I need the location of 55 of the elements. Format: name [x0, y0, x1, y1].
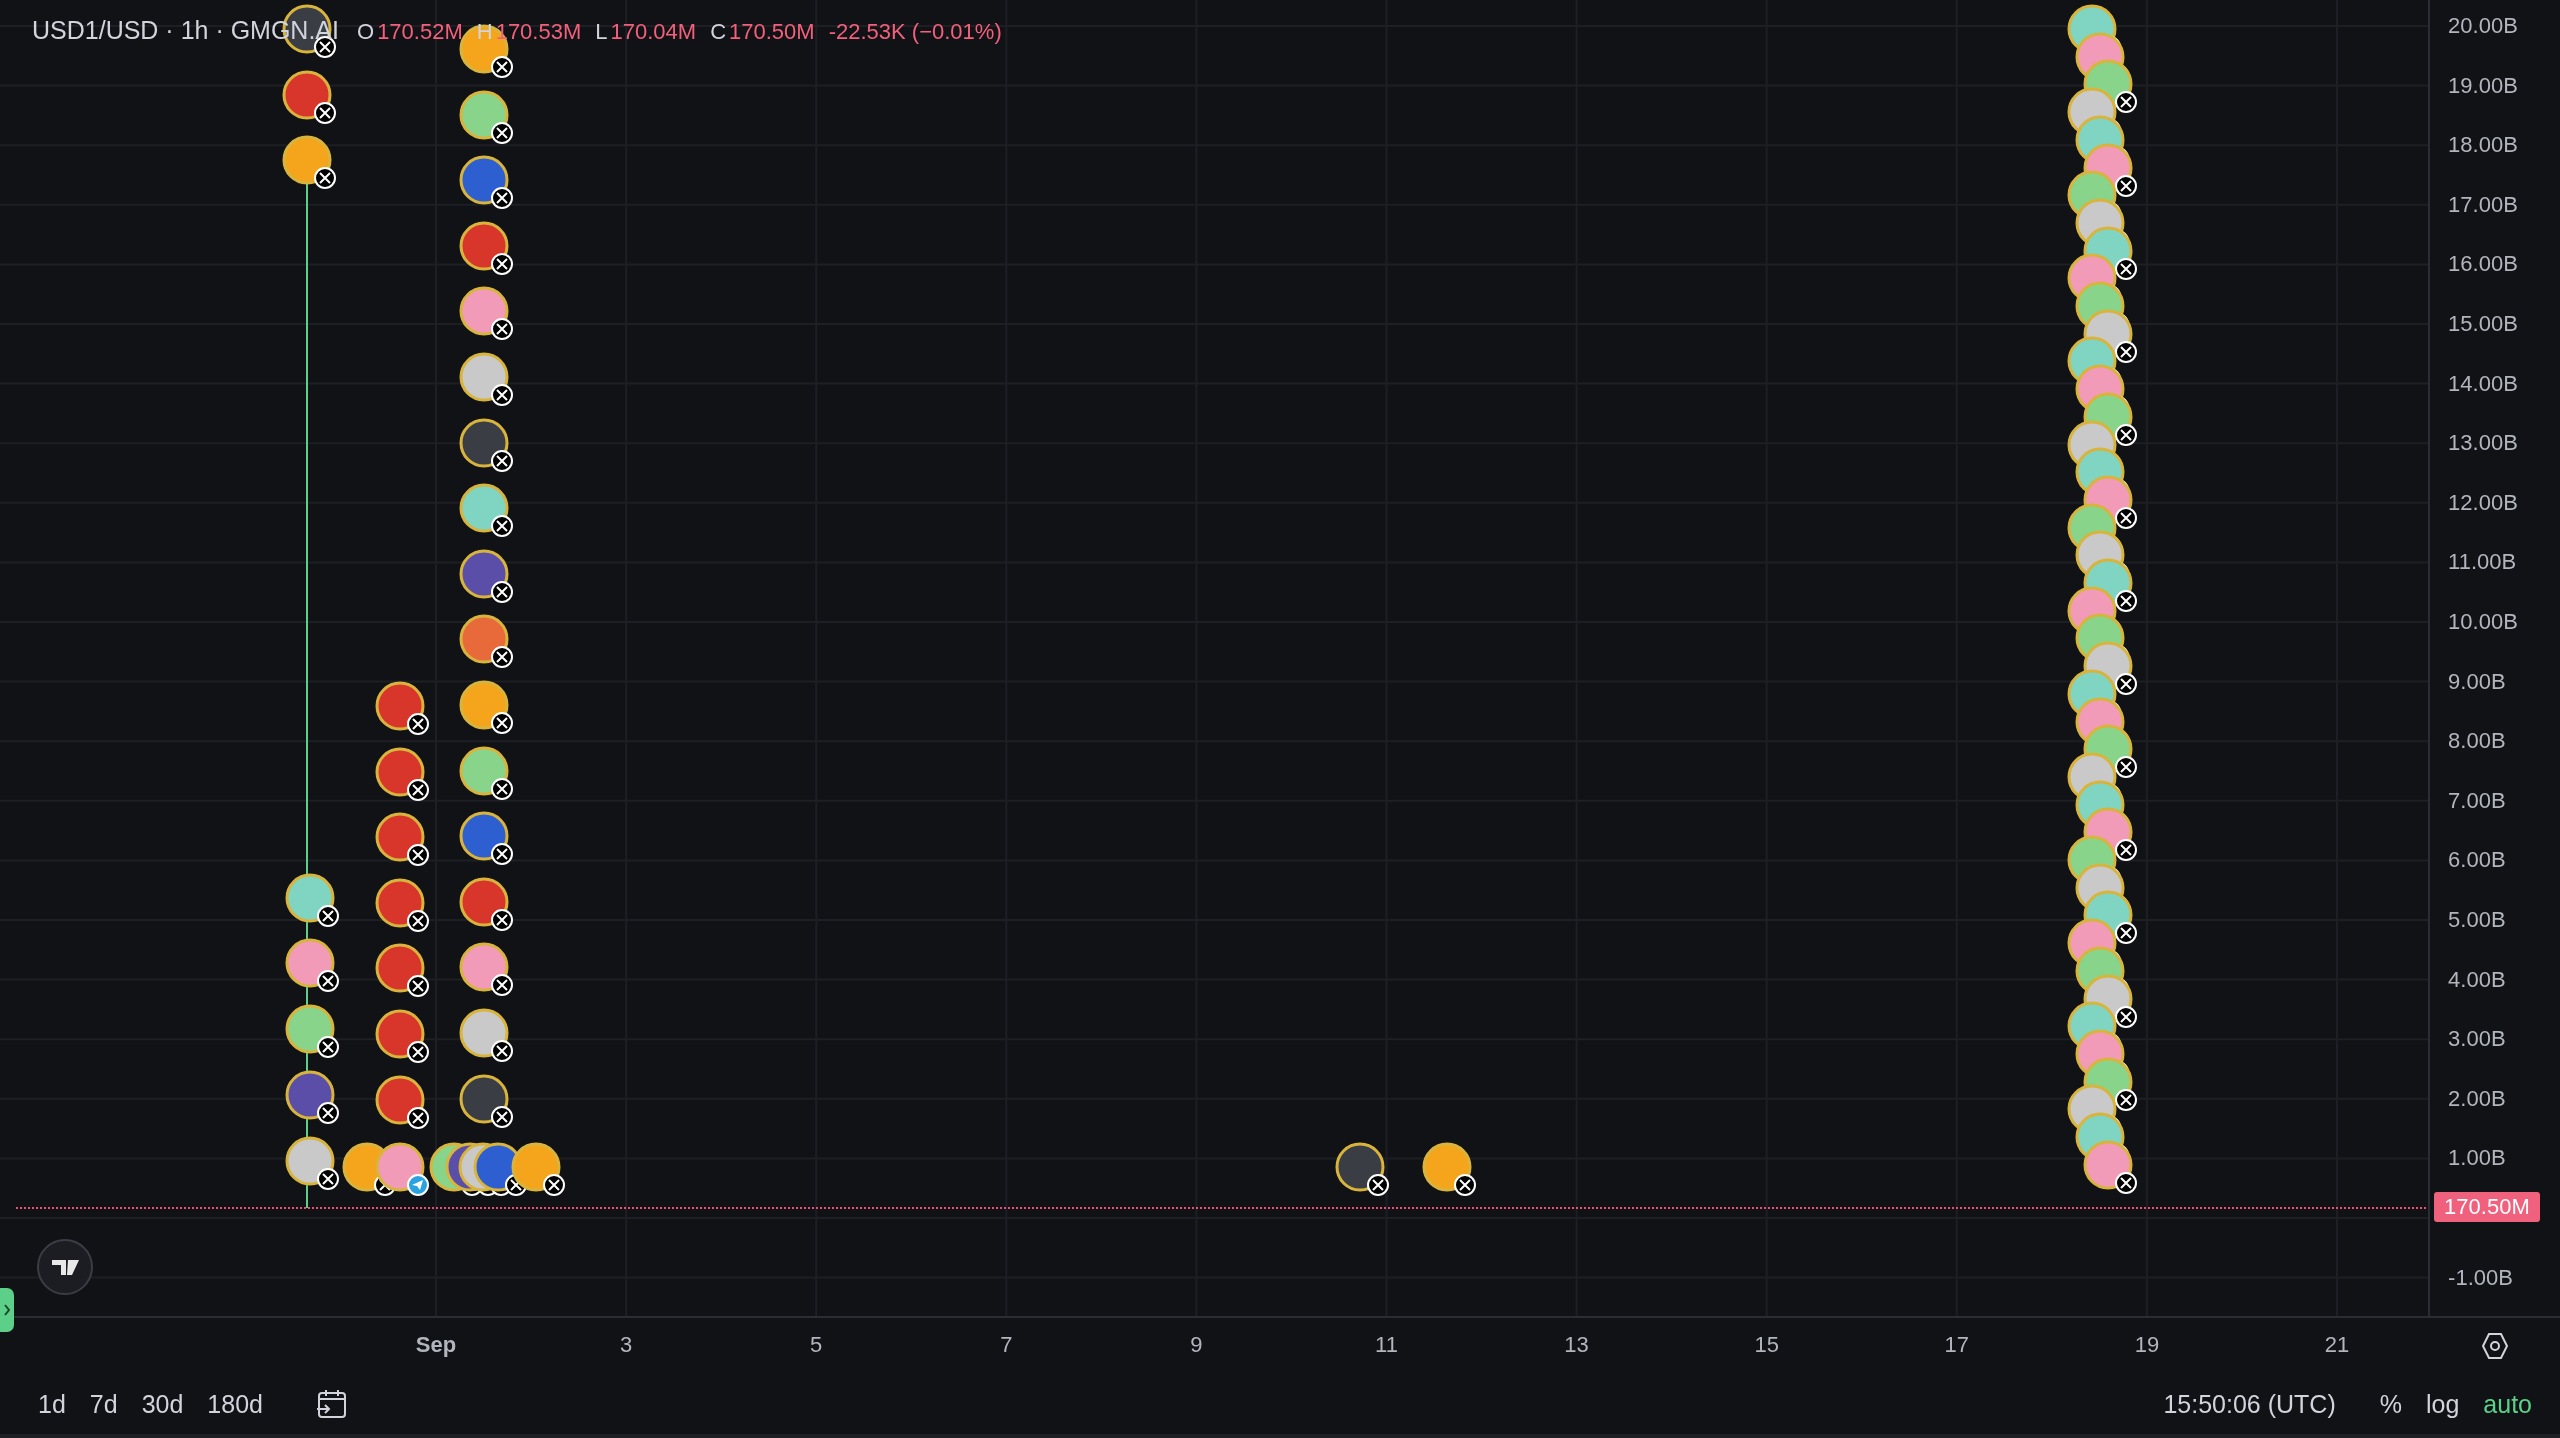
axis-label: 5 [810, 1332, 823, 1358]
axis-label: 1.00B [2448, 1144, 2506, 1173]
ohlc-label: L [595, 19, 608, 45]
axis-label: 13.00B [2448, 429, 2518, 458]
logo-icon[interactable] [36, 1238, 94, 1296]
calendar-icon[interactable] [314, 1388, 349, 1420]
axis-label: 14.00B [2448, 369, 2518, 398]
axis-label: 2.00B [2448, 1084, 2506, 1113]
ohlc-value: 170.52M [377, 19, 463, 45]
ohlc-label: H [476, 19, 493, 45]
settings-icon[interactable] [2480, 1331, 2510, 1361]
axis-label: 19 [2134, 1332, 2160, 1358]
axis-label: -1.00B [2448, 1263, 2513, 1292]
axis-label: 7 [1000, 1332, 1013, 1358]
axis-label: 21 [2324, 1332, 2350, 1358]
price-change: -22.53K (−0.01%) [828, 19, 1002, 45]
clock-time: 15:50:06 (UTC) [2163, 1389, 2336, 1419]
panel-toggle-handle[interactable] [0, 1288, 14, 1332]
ohlc-value: 170.53M [495, 19, 582, 45]
axis-label: 4.00B [2448, 965, 2506, 994]
ohlc-label: C [710, 19, 727, 45]
ohlc-value: 170.04M [610, 19, 697, 45]
range-button[interactable]: 30d [133, 1385, 192, 1423]
axis-label: 15.00B [2448, 310, 2518, 338]
axis-label: 9 [1190, 1332, 1203, 1358]
axis-label: 13 [1564, 1332, 1589, 1358]
axis-label: 6.00B [2448, 846, 2506, 875]
axis-label: 17.00B [2448, 190, 2518, 219]
ohlc-label: O [357, 19, 375, 45]
axis-label: 17 [1944, 1332, 1970, 1358]
scale-toggle[interactable]: log [2417, 1385, 2468, 1423]
axis-label: 5.00B [2448, 906, 2506, 934]
ohlc-value: 170.50M [729, 19, 815, 45]
chevron-right-icon [3, 1304, 11, 1316]
range-button[interactable]: 1d [30, 1385, 74, 1423]
axis-label: 18.00B [2448, 131, 2518, 160]
axis-label: 16.00B [2448, 250, 2518, 279]
axis-label: 12.00B [2448, 488, 2518, 517]
axis-label: 3.00B [2448, 1025, 2506, 1054]
range-button[interactable]: 7d [81, 1385, 126, 1423]
price-label: 170.50M [2434, 1192, 2540, 1222]
axis-label: Sep [415, 1332, 457, 1358]
axis-label: 3 [619, 1332, 633, 1358]
range-button[interactable]: 180d [199, 1385, 271, 1423]
axis-label: 9.00B [2448, 667, 2506, 696]
axis-label: 7.00B [2448, 786, 2506, 815]
axis-label: 11.00B [2448, 548, 2517, 577]
axis-label: 8.00B [2448, 727, 2506, 756]
axis-label: 19.00B [2448, 71, 2518, 100]
axis-label: 10.00B [2448, 608, 2518, 636]
axis-label: 11 [1375, 1332, 1398, 1358]
scale-toggle[interactable]: auto [2475, 1385, 2540, 1423]
axis-label: 15 [1754, 1332, 1779, 1358]
scale-toggle[interactable]: % [2371, 1385, 2410, 1423]
axis-label: 20.00B [2448, 12, 2518, 40]
